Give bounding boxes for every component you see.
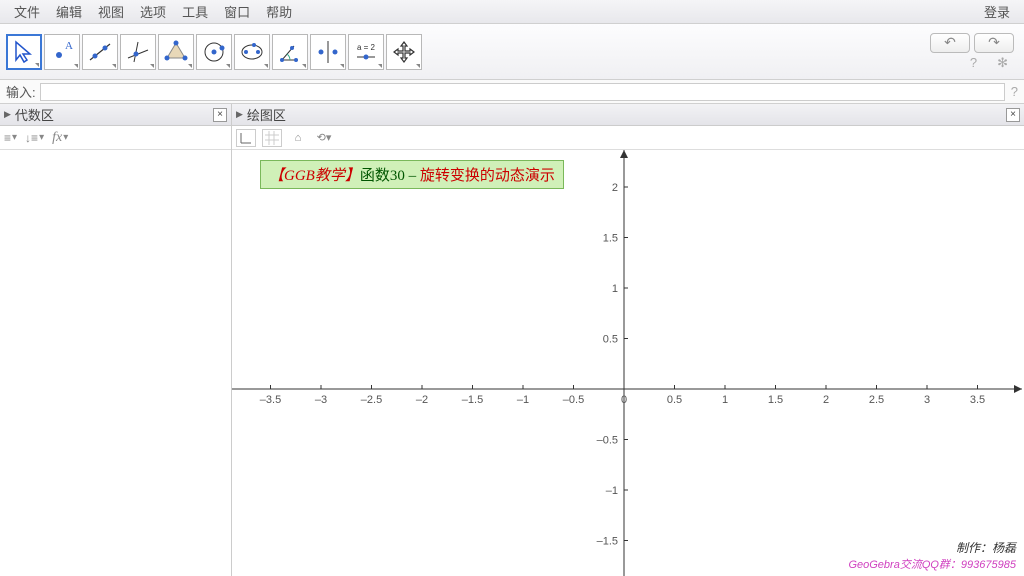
toolbar: A a = 2 ↶ ↷ ? ✻	[0, 24, 1024, 80]
svg-text:1: 1	[722, 394, 728, 406]
graphics-panel: ▶ 绘图区 × ⌂ ⟲▾ –3.5 –3 –2.5 –2 –1.5 –1 –0.5 0 0.5 1…	[232, 104, 1024, 576]
menu-tools[interactable]: 工具	[174, 0, 216, 24]
svg-text:–3: –3	[315, 394, 327, 406]
svg-text:2.5: 2.5	[869, 394, 884, 406]
algebra-toolbar: ≡▾ ↓≡▾ fx▾	[0, 126, 231, 150]
graphics-title: 绘图区	[247, 105, 286, 124]
gear-icon[interactable]: ✻	[997, 55, 1008, 71]
credits: 制作：杨磊 GeoGebra交流QQ群：993675985	[848, 539, 1016, 572]
menu-view[interactable]: 视图	[90, 0, 132, 24]
menu-window[interactable]: 窗口	[216, 0, 258, 24]
home-icon[interactable]: ⌂	[288, 129, 308, 147]
svg-text:1.5: 1.5	[768, 394, 783, 406]
login-link[interactable]: 登录	[976, 0, 1018, 24]
algebra-list-icon[interactable]: ≡▾	[4, 131, 17, 145]
svg-text:2: 2	[823, 394, 829, 406]
tool-polygon[interactable]	[158, 34, 194, 70]
menu-edit[interactable]: 编辑	[48, 0, 90, 24]
graphics-close-button[interactable]: ×	[1006, 108, 1020, 122]
svg-text:3.5: 3.5	[970, 394, 985, 406]
svg-text:a = 2: a = 2	[357, 43, 376, 52]
svg-text:–1.5: –1.5	[462, 394, 483, 406]
input-bar: 输入: ?	[0, 80, 1024, 104]
svg-text:1.5: 1.5	[603, 233, 618, 245]
menubar: 文件 编辑 视图 选项 工具 窗口 帮助 登录	[0, 0, 1024, 24]
algebra-close-button[interactable]: ×	[213, 108, 227, 122]
svg-text:–2: –2	[416, 394, 428, 406]
input-help-icon[interactable]: ?	[1011, 84, 1018, 99]
help-icon[interactable]: ?	[970, 55, 977, 71]
svg-text:–0.5: –0.5	[563, 394, 584, 406]
svg-text:0: 0	[621, 394, 627, 406]
tool-move[interactable]	[6, 34, 42, 70]
graphics-toolbar: ⌂ ⟲▾	[232, 126, 1024, 150]
algebra-header[interactable]: ▶ 代数区 ×	[0, 104, 231, 126]
algebra-title: 代数区	[15, 105, 54, 124]
tool-circle[interactable]	[196, 34, 232, 70]
svg-text:–1: –1	[517, 394, 529, 406]
svg-text:A: A	[65, 40, 73, 52]
axes-toggle-icon[interactable]	[236, 129, 256, 147]
svg-text:3: 3	[924, 394, 930, 406]
graphics-header[interactable]: ▶ 绘图区 ×	[232, 104, 1024, 126]
svg-text:–3.5: –3.5	[260, 394, 281, 406]
graph-canvas[interactable]: –3.5 –3 –2.5 –2 –1.5 –1 –0.5 0 0.5 1 1.5 2 2.5 3 3.5 0.…	[232, 150, 1024, 576]
triangle-icon: ▶	[236, 109, 243, 120]
snap-icon[interactable]: ⟲▾	[314, 129, 334, 147]
menu-options[interactable]: 选项	[132, 0, 174, 24]
svg-text:–1: –1	[606, 485, 618, 497]
tool-line[interactable]	[82, 34, 118, 70]
input-label: 输入:	[6, 82, 36, 101]
algebra-panel: ▶ 代数区 × ≡▾ ↓≡▾ fx▾	[0, 104, 232, 576]
menu-help[interactable]: 帮助	[258, 0, 300, 24]
tool-perpendicular[interactable]	[120, 34, 156, 70]
tool-angle[interactable]	[272, 34, 308, 70]
undo-button[interactable]: ↶	[930, 33, 970, 53]
svg-text:0.5: 0.5	[603, 334, 618, 346]
grid-toggle-icon[interactable]	[262, 129, 282, 147]
tool-point[interactable]: A	[44, 34, 80, 70]
input-field[interactable]	[40, 83, 1005, 101]
tool-move-view[interactable]	[386, 34, 422, 70]
tool-slider[interactable]: a = 2	[348, 34, 384, 70]
svg-text:2: 2	[612, 182, 618, 194]
menu-file[interactable]: 文件	[6, 0, 48, 24]
svg-text:–2.5: –2.5	[361, 394, 382, 406]
algebra-sort-icon[interactable]: ↓≡▾	[25, 131, 44, 145]
title-banner: 【GGB教学】函数30 – 旋转变换的动态演示	[260, 160, 564, 189]
triangle-icon: ▶	[4, 109, 11, 120]
svg-text:–1.5: –1.5	[597, 536, 618, 548]
algebra-fx-icon[interactable]: fx▾	[52, 130, 68, 146]
svg-text:1: 1	[612, 283, 618, 295]
redo-button[interactable]: ↷	[974, 33, 1014, 53]
svg-text:–0.5: –0.5	[597, 435, 618, 447]
svg-text:0.5: 0.5	[667, 394, 682, 406]
tool-reflect[interactable]	[310, 34, 346, 70]
tool-ellipse[interactable]	[234, 34, 270, 70]
